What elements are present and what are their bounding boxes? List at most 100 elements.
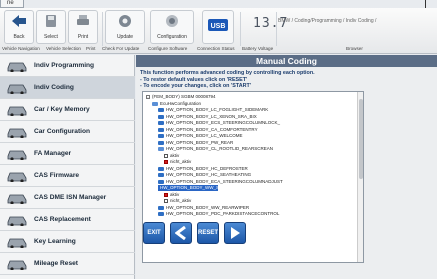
select-label: Select xyxy=(44,34,58,40)
reset-button[interactable]: RESET xyxy=(197,222,219,244)
group-connection-status: Connection Status xyxy=(197,46,235,51)
checkbox-icon[interactable] xyxy=(164,153,168,158)
tree-node-label: HW_OPTION_BODY_PW_REAR xyxy=(166,139,234,145)
sidebar-item-key-learning[interactable]: Key Learning xyxy=(0,231,135,253)
tree-node[interactable]: EcuHwConfiguration xyxy=(152,101,201,107)
tree-node[interactable]: HW_OPTION_BODY_ECS_STEERINGCOLUMNLOCK_ xyxy=(158,120,280,126)
tree-option[interactable]: aktiv xyxy=(164,153,179,159)
car-icon xyxy=(7,216,27,226)
description-line: - To restor default values click on 'RES… xyxy=(140,76,248,83)
folder-icon xyxy=(158,134,164,139)
car-icon xyxy=(7,238,27,248)
select-button[interactable]: Select xyxy=(36,10,66,44)
sidebar-item-indiv-coding[interactable]: Indiv Coding xyxy=(0,77,135,99)
sidebar-item-cas-replacement[interactable]: CAS Replacement xyxy=(0,209,135,231)
tree-node[interactable]: - (FEM_BODY) SGBM 00008794 xyxy=(146,94,216,100)
tree-node-label: HW_OPTION_BODY_HC_SEATHEATING xyxy=(166,172,252,177)
window-tab[interactable]: ne xyxy=(0,0,24,8)
tree-scrollbar[interactable] xyxy=(357,92,363,262)
tree-node[interactable]: HW_OPTION_BODY_PW_REAR xyxy=(158,140,233,146)
tree-node[interactable]: HW_OPTION_BODY_LC_WELCOME xyxy=(158,133,243,139)
checkbox-checked-icon[interactable] xyxy=(164,160,168,165)
sidebar-item-cas-firmware[interactable]: CAS Firmware xyxy=(0,165,135,187)
tree-node-label: HW_OPTION_BODY_CA_COMFORTENTRY xyxy=(166,126,258,132)
tree-node-selected[interactable]: HW_OPTION_BODY_WW_SRA xyxy=(158,185,225,192)
configuration-icon xyxy=(166,15,178,27)
tree-option[interactable]: nicht_aktiv xyxy=(164,159,191,165)
separator xyxy=(240,12,241,46)
scrollbar-thumb[interactable] xyxy=(359,99,363,179)
play-icon xyxy=(231,227,240,239)
group-vehicle-selection: Vehicle Selection xyxy=(46,46,81,51)
tree-option-label: nicht_aktiv xyxy=(170,198,192,203)
sidebar-item-label: Mileage Reset xyxy=(34,260,78,267)
sidebar-item-label: Key Learning xyxy=(34,238,76,245)
folder-icon xyxy=(158,127,164,132)
car-icon xyxy=(7,106,27,116)
sidebar-item-label: Car Configuration xyxy=(34,128,91,135)
previous-button[interactable] xyxy=(170,222,192,244)
tree-node-label: HW_OPTION_BODY_ECS_STEERINGCOLUMNLOCK_ xyxy=(166,120,281,125)
tree-node[interactable]: HW_OPTION_BODY_HC_SEATHEATING xyxy=(158,172,251,178)
sidebar-item-label: Car / Key Memory xyxy=(34,106,90,113)
folder-icon xyxy=(158,147,164,152)
sidebar: Indiv Programming Indiv Coding Car / Key… xyxy=(0,55,135,279)
folder-icon xyxy=(158,114,164,119)
tree-node[interactable]: HW_OPTION_BODY_ECA_STEERINGCOLUMNADJUST xyxy=(158,179,283,185)
car-icon xyxy=(7,260,27,270)
tree-node-label: (FEM_BODY) SGBM 00008794 xyxy=(152,94,216,99)
folder-icon xyxy=(158,121,164,126)
print-label: Print xyxy=(77,34,89,40)
tree-node-label: HW_OPTION_BODY_LC_WELCOME xyxy=(166,133,243,138)
print-button[interactable]: Print xyxy=(68,10,98,44)
tree-option[interactable]: aktiv xyxy=(164,192,179,198)
group-battery-voltage: Battery Voltage xyxy=(242,46,274,51)
tree-node[interactable]: HW_OPTION_BODY_CA_COMFORTENTRY xyxy=(158,127,258,133)
back-button[interactable]: Back xyxy=(4,10,34,44)
tree-node-label: EcuHwConfiguration xyxy=(160,100,202,106)
sidebar-item-cas-dme-isn-manager[interactable]: CAS DME ISN Manager xyxy=(0,187,135,209)
group-browser: Browser xyxy=(346,46,363,51)
folder-icon xyxy=(158,212,164,217)
configuration-button[interactable]: Configuration xyxy=(150,10,194,44)
checkbox-icon[interactable] xyxy=(164,199,168,204)
tree-node-label: HW_OPTION_BODY_PDC_PARKDISTANCECONTROL xyxy=(166,211,280,216)
exit-button[interactable]: EXIT xyxy=(143,222,165,244)
tree-option[interactable]: nicht_aktiv xyxy=(164,198,191,204)
breadcrumb: BMW / Coding/Programming / Indiv Coding … xyxy=(278,18,377,24)
car-icon xyxy=(7,194,27,204)
sidebar-item-car-configuration[interactable]: Car Configuration xyxy=(0,121,135,143)
back-arrow-icon xyxy=(12,15,26,27)
start-button[interactable] xyxy=(224,222,246,244)
sidebar-item-fa-manager[interactable]: FA Manager xyxy=(0,143,135,165)
reset-label: RESET xyxy=(198,230,219,236)
tree-node[interactable]: HW_OPTION_BODY_LC_FOGLIGHT_SIDEMARK xyxy=(158,107,268,113)
sidebar-item-car-key-memory[interactable]: Car / Key Memory xyxy=(0,99,135,121)
sidebar-item-indiv-programming[interactable]: Indiv Programming xyxy=(0,55,135,77)
update-label: Update xyxy=(116,34,134,40)
configuration-label: Configuration xyxy=(157,34,187,40)
tree-node[interactable]: HW_OPTION_BODY_HC_DEFROSTER xyxy=(158,166,248,172)
tree-node[interactable]: HW_OPTION_BODY_WW_REARWIPER xyxy=(158,205,249,211)
checkbox-checked-icon[interactable] xyxy=(164,192,168,197)
tree-node-label: HW_OPTION_BODY_LC_XENON_SRA_BIX xyxy=(166,113,257,119)
folder-icon xyxy=(158,166,164,171)
car-icon xyxy=(7,84,27,94)
tree-node[interactable]: HW_OPTION_BODY_CL_ROOTLID_REARSCREAN xyxy=(158,146,273,152)
exit-label: EXIT xyxy=(147,230,161,236)
folder-icon xyxy=(158,205,164,210)
collapse-icon[interactable]: - xyxy=(146,95,150,100)
select-disk-icon xyxy=(46,15,56,27)
group-vehicle-navigation: Vehicle Navigation xyxy=(2,46,40,51)
usb-status[interactable]: USB xyxy=(202,10,234,44)
tree-node[interactable]: HW_OPTION_BODY_PDC_PARKDISTANCECONTROL xyxy=(158,211,279,217)
folder-icon xyxy=(158,179,164,184)
tree-node[interactable]: HW_OPTION_BODY_LC_XENON_SRA_BIX xyxy=(158,114,257,120)
main-panel: Manual Coding This function performs adv… xyxy=(136,55,437,279)
sidebar-item-label: FA Manager xyxy=(34,150,72,157)
group-configure-software: Configure Software xyxy=(148,46,188,51)
sidebar-item-mileage-reset[interactable]: Mileage Reset xyxy=(0,253,135,275)
description-line: This function performs advanced coding b… xyxy=(140,70,315,76)
update-button[interactable]: Update xyxy=(105,10,145,44)
tree-node-label: HW_OPTION_BODY_HC_DEFROSTER xyxy=(166,165,248,171)
